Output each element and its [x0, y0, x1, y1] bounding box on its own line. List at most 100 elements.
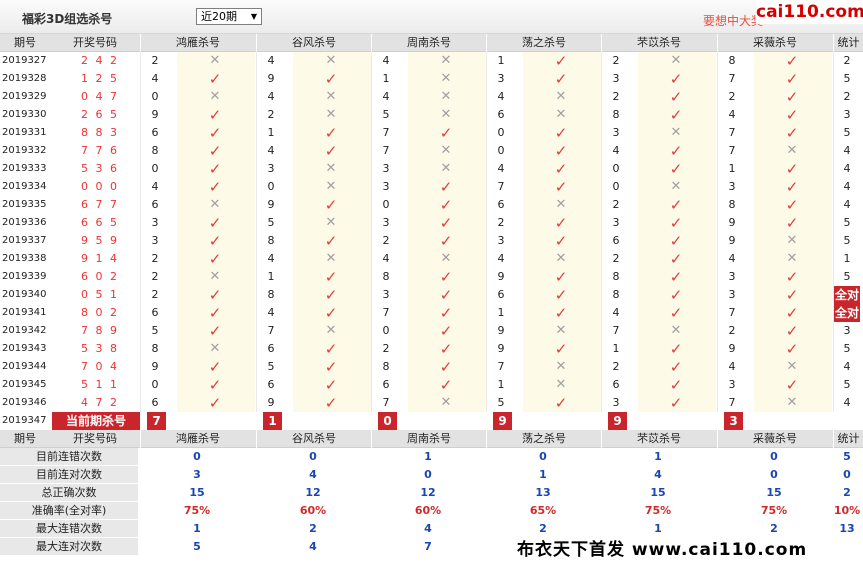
check-icon: ✓ — [785, 196, 799, 214]
top-bar: 福彩3D组选杀号 近20期 ▼ 要想中大奖 cai110.com — [0, 0, 863, 34]
table-row: 2019338 9 1 4 2 ✓ 4 ✕ 4 ✕ 4 ✕ 2 ✓ 4 ✕ 1 — [0, 250, 863, 268]
check-icon: ✓ — [324, 196, 338, 214]
cross-icon: ✕ — [555, 323, 567, 338]
period-select-value: 近20期 — [201, 10, 237, 23]
kill-number: 4 — [382, 90, 390, 103]
draw-numbers: 8 8 3 — [81, 126, 119, 139]
kill-number: 2 — [612, 252, 620, 265]
check-icon: ✓ — [439, 268, 453, 286]
total-cell: 4 — [843, 360, 851, 373]
kill-number: 2 — [382, 234, 390, 247]
kill-number: 0 — [497, 144, 505, 157]
kill-number: 2 — [497, 216, 505, 229]
cross-icon: ✕ — [440, 89, 452, 104]
check-icon: ✓ — [324, 124, 338, 142]
check-icon: ✓ — [208, 250, 222, 268]
kill-number: 6 — [497, 288, 505, 301]
header-expert: 芣苡杀号 — [601, 34, 716, 52]
cross-icon: ✕ — [440, 251, 452, 266]
kill-number: 2 — [612, 54, 620, 67]
check-icon: ✓ — [785, 160, 799, 178]
kill-number: 1 — [267, 126, 275, 139]
kill-number: 9 — [151, 360, 159, 373]
check-icon: ✓ — [669, 142, 683, 160]
cross-icon: ✕ — [786, 233, 798, 248]
kill-number: 0 — [151, 90, 159, 103]
table-row: 2019333 5 3 6 0 ✓ 3 ✕ 3 ✕ 4 ✓ 0 ✓ 1 ✓ 4 — [0, 160, 863, 178]
kill-number: 3 — [382, 216, 390, 229]
draw-numbers: 7 8 9 — [81, 324, 119, 337]
cross-icon: ✕ — [440, 107, 452, 122]
header-expert: 鸿雁杀号 — [140, 34, 255, 52]
kill-number: 4 — [382, 252, 390, 265]
check-icon: ✓ — [669, 232, 683, 250]
stats-value: 12 — [420, 486, 436, 499]
stats-value: 13 — [535, 486, 551, 499]
promo-link[interactable]: 要想中大奖 — [703, 12, 763, 29]
kill-number: 7 — [382, 396, 390, 409]
kill-number: 3 — [497, 234, 505, 247]
check-icon: ✓ — [785, 70, 799, 88]
kill-number: 7 — [267, 324, 275, 337]
kill-number: 9 — [267, 198, 275, 211]
period-cell: 2019328 — [2, 73, 47, 84]
header-expert: 荡之杀号 — [486, 34, 601, 52]
cross-icon: ✕ — [209, 89, 221, 104]
cross-icon: ✕ — [325, 179, 337, 194]
stats-label: 最大连错次数 — [0, 520, 138, 538]
stats-label: 最大连对次数 — [0, 538, 138, 556]
cross-icon: ✕ — [555, 107, 567, 122]
period-cell: 2019333 — [2, 163, 47, 174]
kill-number: 3 — [497, 72, 505, 85]
period-cell: 2019332 — [2, 145, 47, 156]
check-icon: ✓ — [324, 286, 338, 304]
kill-number: 2 — [612, 90, 620, 103]
period-select[interactable]: 近20期 ▼ — [196, 8, 262, 25]
table-row: 2019331 8 8 3 6 ✓ 1 ✓ 7 ✓ 0 ✓ 3 ✕ 7 ✓ 5 — [0, 124, 863, 142]
kill-number: 8 — [382, 360, 390, 373]
check-icon: ✓ — [324, 268, 338, 286]
current-kill-number: 7 — [147, 412, 166, 430]
check-icon: ✓ — [669, 250, 683, 268]
period-cell: 2019345 — [2, 379, 47, 390]
check-icon: ✓ — [208, 376, 222, 394]
kill-number: 0 — [151, 378, 159, 391]
header-row: 期号 开奖号码 鸿雁杀号 谷风杀号 周南杀号 荡之杀号 芣苡杀号 采薇杀号 统计 — [0, 430, 863, 448]
check-icon: ✓ — [324, 142, 338, 160]
stats-row: 最大连错次数 1 2 4 2 1 2 13 — [0, 520, 863, 538]
chevron-down-icon: ▼ — [250, 12, 257, 21]
stats-total: 5 — [843, 450, 851, 463]
kill-number: 3 — [382, 162, 390, 175]
table-row: 2019344 7 0 4 9 ✓ 5 ✓ 8 ✓ 7 ✕ 2 ✓ 4 ✕ 4 — [0, 358, 863, 376]
kill-number: 6 — [612, 378, 620, 391]
cross-icon: ✕ — [325, 251, 337, 266]
cross-icon: ✕ — [555, 89, 567, 104]
period-cell: 2019343 — [2, 343, 47, 354]
check-icon: ✓ — [324, 340, 338, 358]
kill-number: 6 — [151, 126, 159, 139]
check-icon: ✓ — [554, 70, 568, 88]
kill-number: 4 — [267, 306, 275, 319]
check-icon: ✓ — [439, 232, 453, 250]
check-icon: ✓ — [669, 358, 683, 376]
kill-number: 7 — [382, 144, 390, 157]
kill-number: 8 — [267, 288, 275, 301]
check-icon: ✓ — [554, 268, 568, 286]
current-kill-number: 0 — [378, 412, 397, 430]
draw-numbers: 7 7 6 — [81, 144, 119, 157]
kill-number: 6 — [497, 198, 505, 211]
stats-value: 75% — [644, 504, 672, 517]
cross-icon: ✕ — [555, 377, 567, 392]
stats-value: 60% — [299, 504, 327, 517]
check-icon: ✓ — [324, 376, 338, 394]
draw-numbers: 7 0 4 — [81, 360, 119, 373]
draw-numbers: 0 0 0 — [81, 180, 119, 193]
total-cell: 4 — [843, 144, 851, 157]
total-cell: 全对 — [834, 286, 860, 304]
check-icon: ✓ — [554, 142, 568, 160]
total-cell: 5 — [843, 234, 851, 247]
page-title: 福彩3D组选杀号 — [22, 12, 113, 26]
current-kill-number: 1 — [263, 412, 282, 430]
check-icon: ✓ — [439, 376, 453, 394]
kill-number: 8 — [728, 198, 736, 211]
